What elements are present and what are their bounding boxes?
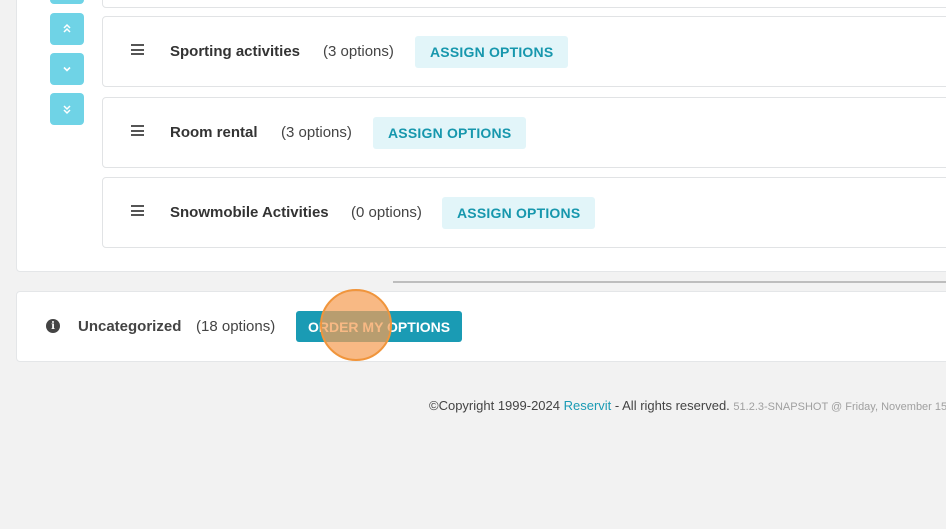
category-row: Snowmobile Activities (0 options) ASSIGN… bbox=[102, 177, 946, 248]
footer-brand-link[interactable]: Reservit bbox=[564, 398, 612, 413]
drag-handle-icon[interactable] bbox=[131, 125, 144, 136]
assign-options-button[interactable]: ASSIGN OPTIONS bbox=[373, 117, 527, 149]
footer: ©Copyright 1999-2024 Reservit - All righ… bbox=[429, 398, 946, 413]
category-option-count: (0 options) bbox=[351, 204, 422, 221]
uncategorized-row: i Uncategorized (18 options) ORDER MY OP… bbox=[16, 291, 946, 362]
move-bottom-icon bbox=[63, 105, 71, 115]
panel-divider bbox=[393, 281, 946, 283]
footer-version: 51.2.3-SNAPSHOT @ Friday, November 15, bbox=[733, 401, 946, 413]
move-down-icon bbox=[63, 66, 71, 72]
move-bottom-button[interactable] bbox=[50, 93, 84, 125]
footer-rights: - All rights reserved. bbox=[611, 398, 734, 413]
drag-handle-icon[interactable] bbox=[131, 44, 144, 55]
move-down-button[interactable] bbox=[50, 53, 84, 85]
info-icon: i bbox=[46, 319, 60, 333]
move-up-icon bbox=[63, 23, 71, 33]
move-top-button[interactable] bbox=[50, 0, 84, 4]
assign-options-button[interactable]: ASSIGN OPTIONS bbox=[415, 36, 569, 68]
uncategorized-name: Uncategorized bbox=[78, 318, 182, 335]
uncategorized-option-count: (18 options) bbox=[196, 318, 276, 335]
category-option-count: (3 options) bbox=[281, 124, 352, 141]
category-row-previous bbox=[102, 0, 946, 8]
click-indicator bbox=[320, 289, 392, 361]
category-option-count: (3 options) bbox=[323, 43, 394, 60]
drag-handle-icon[interactable] bbox=[131, 205, 144, 216]
footer-copyright: ©Copyright 1999-2024 bbox=[429, 398, 564, 413]
category-name: Room rental bbox=[170, 124, 258, 141]
move-up-button[interactable] bbox=[50, 13, 84, 45]
category-row: Room rental (3 options) ASSIGN OPTIONS bbox=[102, 97, 946, 168]
category-name: Sporting activities bbox=[170, 43, 301, 60]
category-name: Snowmobile Activities bbox=[170, 204, 329, 221]
assign-options-button[interactable]: ASSIGN OPTIONS bbox=[442, 197, 596, 229]
category-row: Sporting activities (3 options) ASSIGN O… bbox=[102, 16, 946, 87]
